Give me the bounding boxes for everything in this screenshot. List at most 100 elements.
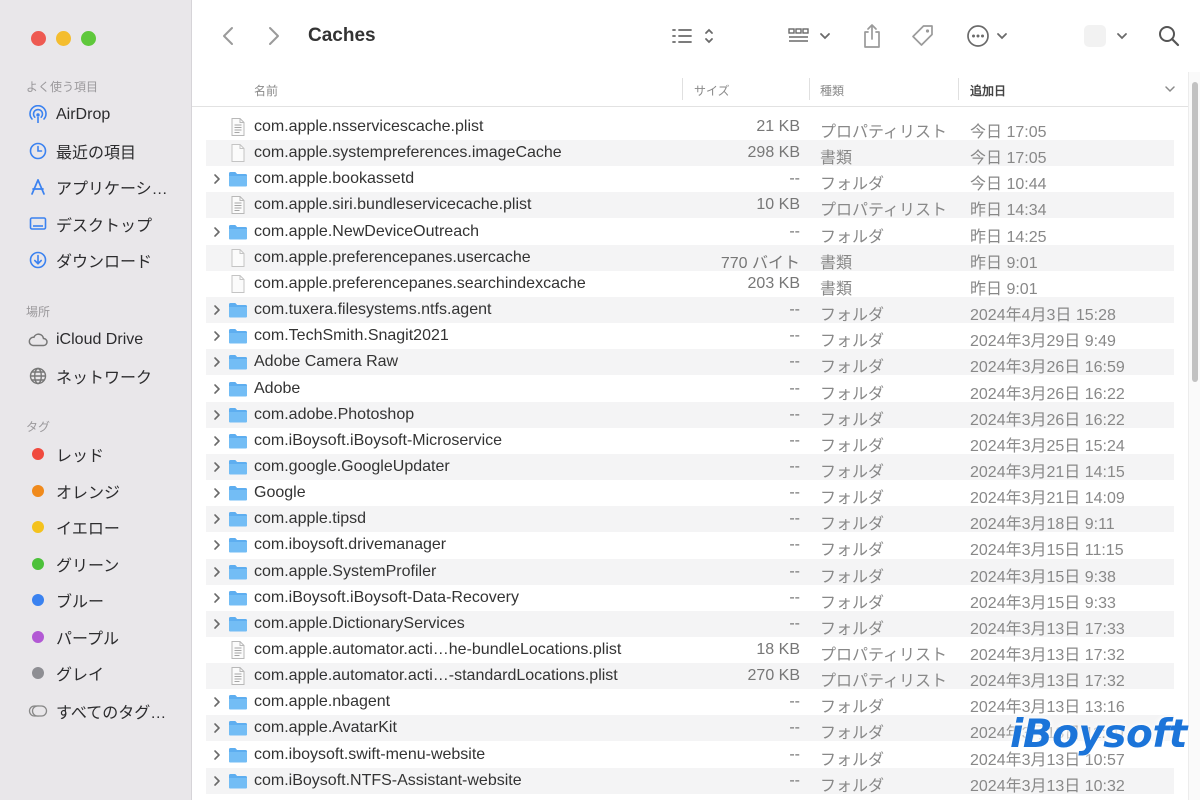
column-name[interactable]: 名前	[254, 82, 278, 99]
column-divider[interactable]	[682, 78, 683, 100]
column-size[interactable]: サイズ	[694, 82, 730, 99]
share-button[interactable]	[858, 22, 886, 50]
sidebar-item-airdrop[interactable]: AirDrop	[26, 103, 110, 127]
file-name: com.apple.AvatarKit	[254, 719, 397, 737]
close-window-button[interactable]	[31, 31, 46, 46]
disclosure-chevron-icon[interactable]	[210, 301, 224, 319]
column-divider[interactable]	[809, 78, 810, 100]
file-date-added: 2024年3月21日 14:15	[970, 463, 1125, 481]
disclosure-chevron-icon[interactable]	[210, 353, 224, 371]
table-row[interactable]: com.adobe.Photoshop -- フォルダ 2024年3月26日 16:2…	[206, 401, 1174, 429]
sidebar: よく使う項目 AirDrop 最近の項目 アプリケーシ… デスクトップ ダウンロ…	[0, 0, 192, 800]
disclosure-chevron-icon[interactable]	[210, 615, 224, 633]
disclosure-chevron-icon[interactable]	[210, 327, 224, 345]
sidebar-item-network[interactable]: ネットワーク	[26, 364, 152, 388]
green-tag-dot	[32, 558, 44, 570]
group-button[interactable]	[786, 22, 834, 50]
table-row[interactable]: com.apple.automator.acti…he-bundleLocati…	[206, 637, 1174, 664]
cloud-icon	[26, 330, 50, 350]
table-row[interactable]: com.iBoysoft.NTFS-Assistant-website -- フォル…	[206, 767, 1174, 795]
sidebar-tag-gray[interactable]: グレイ	[26, 661, 104, 685]
table-row[interactable]: com.apple.DictionaryServices -- フォルダ 2024年3…	[206, 610, 1174, 638]
table-row[interactable]: com.apple.bookassetd -- フォルダ 今日 10:44	[206, 166, 1174, 194]
table-row[interactable]: com.apple.nsservicescache.plist 21 KB プロパテ…	[206, 114, 1174, 141]
view-options-button[interactable]	[1080, 22, 1134, 50]
disclosure-chevron-icon[interactable]	[210, 693, 224, 711]
disclosure-chevron-icon[interactable]	[210, 719, 224, 737]
table-row[interactable]: com.iBoysoft.iBoysoft-Data-Recovery -- フォル…	[206, 585, 1174, 612]
disclosure-chevron-icon[interactable]	[210, 589, 224, 607]
sidebar-item-recents[interactable]: 最近の項目	[26, 139, 136, 163]
folder-icon	[228, 379, 248, 399]
table-row[interactable]: Adobe -- フォルダ 2024年3月26日 16:22	[206, 376, 1174, 403]
sidebar-tag-blue[interactable]: ブルー	[26, 588, 104, 612]
file-kind: フォルダ	[820, 463, 885, 481]
table-row[interactable]: com.apple.preferencepanes.usercache 770 バ…	[206, 244, 1174, 272]
scrollbar[interactable]	[1188, 72, 1200, 800]
sidebar-item-downloads[interactable]: ダウンロード	[26, 248, 152, 272]
file-kind: フォルダ	[820, 751, 885, 769]
file-kind: フォルダ	[820, 333, 885, 351]
disclosure-chevron-icon[interactable]	[210, 484, 224, 502]
disclosure-chevron-icon[interactable]	[210, 458, 224, 476]
disclosure-chevron-icon[interactable]	[210, 536, 224, 554]
back-button[interactable]	[214, 22, 242, 50]
table-row[interactable]: com.apple.siri.bundleservicecache.plist 1…	[206, 192, 1174, 219]
table-row[interactable]: com.apple.automator.acti…-standardLocati…	[206, 663, 1174, 691]
sidebar-tag-green[interactable]: グリーン	[26, 552, 119, 576]
table-row[interactable]: com.iBoysoft.iBoysoft-Microservice -- フォルダ…	[206, 428, 1174, 455]
tag-button[interactable]	[908, 22, 938, 50]
column-date-added[interactable]: 追加日	[970, 82, 1006, 99]
file-date-added: 2024年3月13日 17:32	[970, 673, 1125, 691]
file-name: com.apple.automator.acti…-standardLocati…	[254, 667, 618, 685]
disclosure-chevron-icon[interactable]	[210, 510, 224, 528]
minimize-window-button[interactable]	[56, 31, 71, 46]
disclosure-chevron-icon[interactable]	[210, 563, 224, 581]
sidebar-tag-orange[interactable]: オレンジ	[26, 479, 120, 503]
table-row[interactable]: com.apple.tipsd -- フォルダ 2024年3月18日 9:11	[206, 506, 1174, 533]
more-actions-button[interactable]	[964, 22, 1012, 50]
file-size: --	[789, 327, 800, 345]
search-button[interactable]	[1154, 22, 1184, 50]
file-size: 270 KB	[747, 667, 800, 685]
sidebar-all-tags[interactable]: すべてのタグ…	[26, 699, 166, 723]
table-row[interactable]: com.apple.systempreferences.imageCache 29…	[206, 140, 1174, 167]
sort-chevron-icon[interactable]	[1164, 84, 1176, 94]
table-row[interactable]: Google -- フォルダ 2024年3月21日 14:09	[206, 480, 1174, 507]
file-size: 203 KB	[747, 274, 800, 292]
disclosure-chevron-icon[interactable]	[210, 223, 224, 241]
table-row[interactable]: Adobe Camera Raw -- フォルダ 2024年3月26日 16:59	[206, 349, 1174, 376]
table-row[interactable]: com.google.GoogleUpdater -- フォルダ 2024年3月21日…	[206, 453, 1174, 481]
sidebar-tag-red[interactable]: レッド	[26, 442, 104, 466]
table-row[interactable]: com.tuxera.filesystems.ntfs.agent -- フォルダ 2…	[206, 297, 1174, 324]
folder-icon	[228, 222, 248, 242]
disclosure-chevron-icon[interactable]	[210, 432, 224, 450]
sidebar-tag-purple[interactable]: パープル	[26, 625, 119, 649]
disclosure-chevron-icon[interactable]	[210, 380, 224, 398]
airdrop-icon	[26, 105, 50, 125]
column-kind[interactable]: 種類	[820, 82, 844, 99]
sidebar-item-applications[interactable]: アプリケーシ…	[26, 175, 168, 199]
forward-button[interactable]	[260, 22, 288, 50]
file-kind: プロパティリスト	[820, 673, 948, 691]
file-kind: フォルダ	[820, 176, 885, 194]
list-view-button[interactable]	[668, 22, 716, 50]
table-row[interactable]: com.apple.preferencepanes.searchindexcac…	[206, 271, 1174, 298]
table-row[interactable]: com.apple.SystemProfiler -- フォルダ 2024年3月15日…	[206, 558, 1174, 586]
disclosure-chevron-icon[interactable]	[210, 746, 224, 764]
folder-icon	[228, 692, 248, 712]
sidebar-tag-yellow[interactable]: イエロー	[26, 515, 120, 539]
table-row[interactable]: com.TechSmith.Snagit2021 -- フォルダ 2024年3月29日…	[206, 323, 1174, 351]
sidebar-item-icloud-drive[interactable]: iCloud Drive	[26, 328, 143, 352]
plist-document-icon	[228, 195, 248, 215]
table-row[interactable]: com.apple.NewDeviceOutreach -- フォルダ 昨日 14:2…	[206, 219, 1174, 246]
column-divider[interactable]	[958, 78, 959, 100]
disclosure-chevron-icon[interactable]	[210, 772, 224, 790]
sidebar-item-desktop[interactable]: デスクトップ	[26, 212, 152, 236]
disclosure-chevron-icon[interactable]	[210, 170, 224, 188]
disclosure-chevron-icon[interactable]	[210, 406, 224, 424]
zoom-window-button[interactable]	[81, 31, 96, 46]
scrollbar-thumb[interactable]	[1192, 82, 1198, 382]
table-row[interactable]: com.iboysoft.drivemanager -- フォルダ 2024年3月15…	[206, 532, 1174, 559]
file-size: --	[789, 457, 800, 475]
